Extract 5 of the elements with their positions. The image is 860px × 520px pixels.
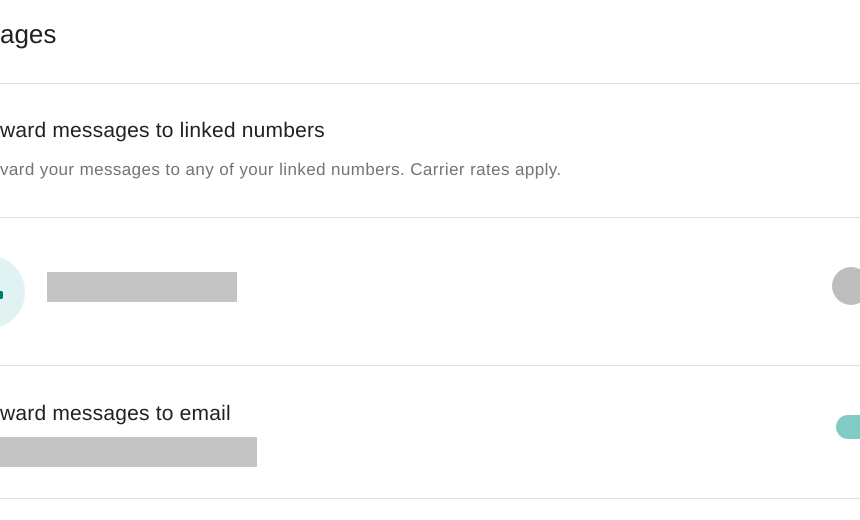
setting-title: ward messages to email: [0, 401, 232, 427]
page-title: ages: [0, 18, 56, 48]
toggle-switch[interactable]: [832, 266, 860, 304]
section-description: vard your messages to any of your linked numbers. Carrier rates apply.: [0, 159, 563, 181]
section-title: ward messages to linked numbers: [0, 118, 326, 144]
